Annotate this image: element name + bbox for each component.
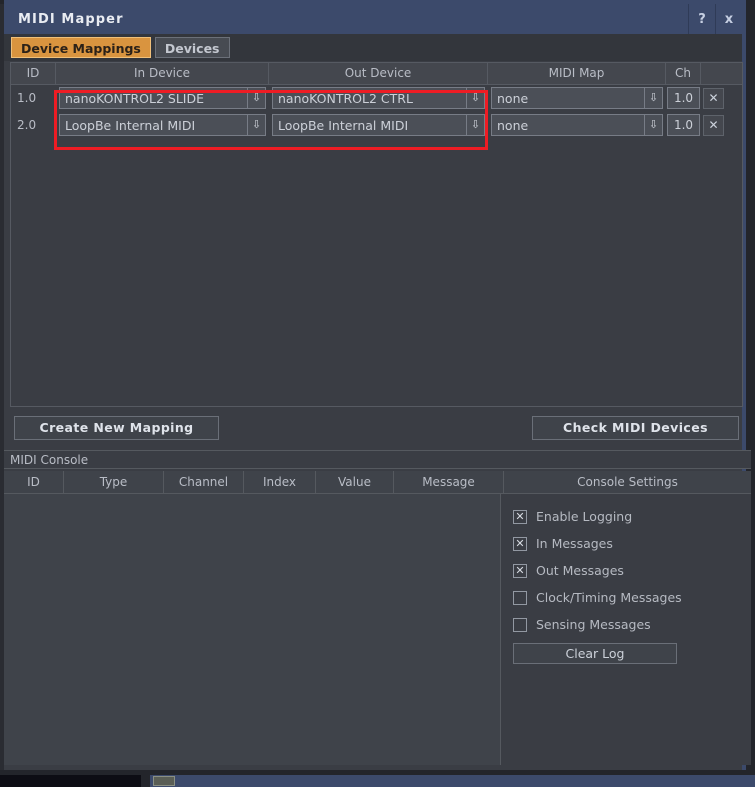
console-header-id: ID bbox=[4, 471, 64, 493]
console-header-channel: Channel bbox=[164, 471, 244, 493]
header-midi-map: MIDI Map bbox=[488, 63, 666, 84]
window-title: MIDI Mapper bbox=[18, 11, 124, 27]
table-row: 2.0 LoopBe Internal MIDI ⇩ LoopBe Intern… bbox=[11, 112, 742, 139]
help-button[interactable]: ? bbox=[688, 4, 715, 34]
midi-map-dropdown[interactable]: none ⇩ bbox=[491, 87, 663, 109]
channel-input[interactable]: 1.0 bbox=[667, 87, 700, 109]
chevron-down-icon[interactable]: ⇩ bbox=[247, 88, 265, 108]
checkbox-row-sensing-messages[interactable]: Sensing Messages bbox=[513, 611, 751, 638]
header-delete bbox=[701, 63, 742, 84]
row-midi-map-cell: none ⇩ bbox=[488, 112, 666, 139]
row-out-device-cell: nanoKONTROL2 CTRL ⇩ bbox=[269, 85, 488, 112]
table-row: 1.0 nanoKONTROL2 SLIDE ⇩ nanoKONTROL2 CT… bbox=[11, 85, 742, 112]
checkbox-row-enable-logging[interactable]: ✕ Enable Logging bbox=[513, 503, 751, 530]
in-device-value: LoopBe Internal MIDI bbox=[65, 117, 196, 133]
checkbox-enable-logging[interactable]: ✕ bbox=[513, 509, 527, 524]
midi-console-section-title: MIDI Console bbox=[4, 450, 751, 469]
console-table-header: ID Type Channel Index Value Message Cons… bbox=[4, 471, 751, 494]
row-id: 2.0 bbox=[17, 118, 37, 132]
row-channel-cell: 1.0 bbox=[666, 112, 701, 139]
midi-map-value: none bbox=[497, 117, 529, 133]
header-id: ID bbox=[11, 63, 56, 84]
midi-map-value: none bbox=[497, 90, 529, 106]
console-header-value: Value bbox=[316, 471, 394, 493]
mapping-actions-row: Create New Mapping Check MIDI Devices bbox=[10, 414, 743, 444]
row-in-device-cell: nanoKONTROL2 SLIDE ⇩ bbox=[56, 85, 269, 112]
close-button[interactable]: x bbox=[715, 4, 742, 34]
row-in-device-cell: LoopBe Internal MIDI ⇩ bbox=[56, 112, 269, 139]
label-in-messages: In Messages bbox=[536, 536, 613, 551]
midi-mapper-window: MIDI Mapper ? x Device Mappings Devices … bbox=[0, 0, 755, 787]
row-id: 1.0 bbox=[17, 91, 37, 105]
row-out-device-cell: LoopBe Internal MIDI ⇩ bbox=[269, 112, 488, 139]
console-settings-panel: ✕ Enable Logging ✕ In Messages ✕ Out Mes… bbox=[502, 494, 751, 765]
label-enable-logging: Enable Logging bbox=[536, 509, 633, 524]
in-device-value: nanoKONTROL2 SLIDE bbox=[65, 90, 205, 106]
channel-input[interactable]: 1.0 bbox=[667, 114, 700, 136]
chevron-down-icon[interactable]: ⇩ bbox=[247, 115, 265, 135]
label-sensing-messages: Sensing Messages bbox=[536, 617, 651, 632]
checkbox-row-clock-timing-messages[interactable]: Clock/Timing Messages bbox=[513, 584, 751, 611]
mappings-table-header: ID In Device Out Device MIDI Map Ch bbox=[11, 63, 742, 85]
tab-bar: Device Mappings Devices bbox=[4, 34, 742, 61]
header-channel: Ch bbox=[666, 63, 701, 84]
header-out-device: Out Device bbox=[269, 63, 488, 84]
device-mappings-panel: ID In Device Out Device MIDI Map Ch 1.0 … bbox=[10, 62, 743, 407]
chevron-down-icon[interactable]: ⇩ bbox=[466, 115, 484, 135]
console-settings-title: Console Settings bbox=[577, 475, 678, 489]
checkbox-clock-timing-messages[interactable] bbox=[513, 590, 527, 605]
create-new-mapping-button[interactable]: Create New Mapping bbox=[14, 416, 219, 440]
out-device-dropdown[interactable]: nanoKONTROL2 CTRL ⇩ bbox=[272, 87, 485, 109]
console-header-index: Index bbox=[244, 471, 316, 493]
console-log-area[interactable] bbox=[4, 494, 501, 765]
label-out-messages: Out Messages bbox=[536, 563, 624, 578]
out-device-dropdown[interactable]: LoopBe Internal MIDI ⇩ bbox=[272, 114, 485, 136]
in-device-dropdown[interactable]: nanoKONTROL2 SLIDE ⇩ bbox=[59, 87, 266, 109]
row-channel-cell: 1.0 bbox=[666, 85, 701, 112]
console-header-message: Message bbox=[394, 471, 504, 493]
check-midi-devices-button[interactable]: Check MIDI Devices bbox=[532, 416, 739, 440]
midi-map-dropdown[interactable]: none ⇩ bbox=[491, 114, 663, 136]
taskbar-divider bbox=[141, 775, 150, 787]
chevron-down-icon[interactable]: ⇩ bbox=[466, 88, 484, 108]
tab-devices[interactable]: Devices bbox=[154, 37, 230, 58]
delete-mapping-button[interactable]: ✕ bbox=[703, 88, 724, 109]
in-device-dropdown[interactable]: LoopBe Internal MIDI ⇩ bbox=[59, 114, 266, 136]
checkbox-sensing-messages[interactable] bbox=[513, 617, 527, 632]
clear-log-button[interactable]: Clear Log bbox=[513, 643, 677, 664]
out-device-value: nanoKONTROL2 CTRL bbox=[278, 90, 413, 106]
taskbar[interactable] bbox=[150, 775, 755, 787]
checkbox-row-out-messages[interactable]: ✕ Out Messages bbox=[513, 557, 751, 584]
header-in-device: In Device bbox=[56, 63, 269, 84]
checkbox-out-messages[interactable]: ✕ bbox=[513, 563, 527, 578]
delete-mapping-button[interactable]: ✕ bbox=[703, 115, 724, 136]
tab-device-mappings[interactable]: Device Mappings bbox=[11, 37, 151, 58]
row-delete-cell: ✕ bbox=[701, 112, 742, 139]
chevron-down-icon[interactable]: ⇩ bbox=[644, 88, 662, 108]
chevron-down-icon[interactable]: ⇩ bbox=[644, 115, 662, 135]
taskbar-window-button[interactable] bbox=[153, 776, 175, 786]
console-header-type: Type bbox=[64, 471, 164, 493]
row-midi-map-cell: none ⇩ bbox=[488, 85, 666, 112]
out-device-value: LoopBe Internal MIDI bbox=[278, 117, 409, 133]
row-delete-cell: ✕ bbox=[701, 85, 742, 112]
label-clock-timing-messages: Clock/Timing Messages bbox=[536, 590, 682, 605]
checkbox-row-in-messages[interactable]: ✕ In Messages bbox=[513, 530, 751, 557]
checkbox-in-messages[interactable]: ✕ bbox=[513, 536, 527, 551]
title-bar[interactable]: MIDI Mapper ? x bbox=[4, 4, 742, 34]
